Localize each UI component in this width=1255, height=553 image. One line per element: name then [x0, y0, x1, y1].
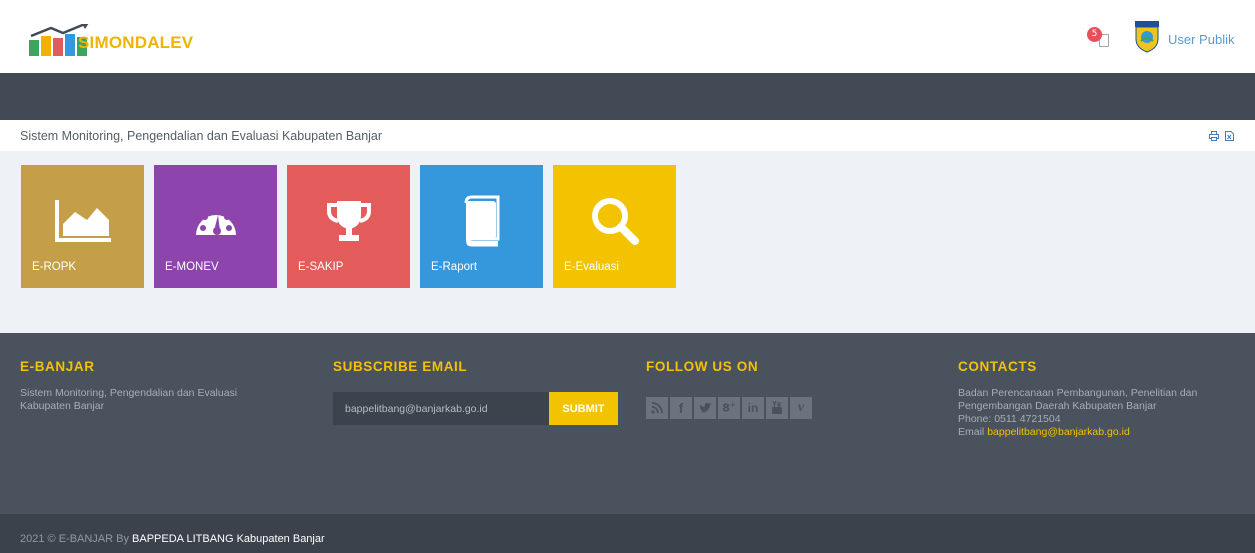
rss-icon[interactable]	[646, 397, 668, 419]
book-icon	[420, 193, 543, 249]
tile-e-monev[interactable]: E-MONEV	[154, 165, 277, 288]
avatar[interactable]	[1133, 21, 1161, 53]
copyright-label: 2021 © E-BANJAR By	[20, 533, 129, 545]
export-icon[interactable]	[1225, 131, 1234, 144]
tile-e-raport[interactable]: E-Raport	[420, 165, 543, 288]
page-bar: Sistem Monitoring, Pengendalian dan Eval…	[0, 120, 1255, 151]
tile-label: E-ROPK	[32, 261, 77, 273]
footer-subscribe-title: SUBSCRIBE EMAIL	[333, 359, 468, 374]
print-icon[interactable]	[1209, 131, 1219, 144]
notification-badge: 5	[1087, 27, 1102, 42]
copyright-link[interactable]: BAPPEDA LITBANG Kabupaten Banjar	[132, 533, 325, 545]
facebook-icon[interactable]: f	[670, 397, 692, 419]
contact-line: Pengembangan Daerah Kabupaten Banjar	[958, 400, 1157, 412]
tile-label: E-SAKIP	[298, 261, 344, 273]
area-chart-icon	[21, 193, 144, 249]
contact-email-label: Email	[958, 426, 985, 438]
footer-about: E-BANJAR Sistem Monitoring, Pengendalian…	[20, 359, 280, 413]
page-actions	[1209, 131, 1234, 144]
trophy-icon	[287, 193, 410, 249]
tile-e-sakip[interactable]: E-SAKIP	[287, 165, 410, 288]
app-tiles: E-ROPK E-MONEV E-SAKIP E-Raport E-Evalua…	[21, 165, 686, 288]
youtube-icon[interactable]	[766, 397, 788, 419]
search-icon	[553, 193, 676, 249]
footer-subscribe: SUBSCRIBE EMAIL	[333, 359, 467, 374]
page-title: Sistem Monitoring, Pengendalian dan Eval…	[20, 129, 383, 143]
footer: E-BANJAR Sistem Monitoring, Pengendalian…	[0, 333, 1255, 514]
tile-label: E-Evaluasi	[564, 261, 619, 273]
footer-follow: FOLLOW US ON	[646, 359, 758, 374]
tile-label: E-MONEV	[165, 261, 219, 273]
logo-text[interactable]: SIMONDALEV	[78, 33, 193, 53]
notification-button[interactable]: 5	[1087, 27, 1113, 51]
footer-contacts-title: CONTACTS	[958, 359, 1037, 374]
contact-line: Badan Perencanaan Pembangunan, Penelitia…	[958, 387, 1198, 399]
twitter-icon[interactable]	[694, 397, 716, 419]
main-content: E-ROPK E-MONEV E-SAKIP E-Raport E-Evalua…	[0, 151, 1255, 333]
top-navbar	[0, 73, 1255, 120]
subscribe-submit-button[interactable]: SUBMIT	[549, 392, 618, 425]
user-name[interactable]: User Publik	[1168, 32, 1234, 47]
subscribe-email-input[interactable]	[333, 392, 549, 425]
header: SIMONDALEV 5 User Publik	[0, 0, 1255, 73]
copyright-bar: 2021 © E-BANJAR By BAPPEDA LITBANG Kabup…	[0, 514, 1255, 553]
linkedin-icon[interactable]: in	[742, 397, 764, 419]
contact-email-link[interactable]: bappelitbang@banjarkab.go.id	[987, 426, 1130, 438]
vimeo-icon[interactable]: v	[790, 397, 812, 419]
contact-phone: Phone: 0511 4721504	[958, 413, 1061, 425]
footer-about-text: Sistem Monitoring, Pengendalian dan Eval…	[20, 387, 238, 412]
tile-e-evaluasi[interactable]: E-Evaluasi	[553, 165, 676, 288]
subscribe-form: SUBMIT	[333, 392, 618, 425]
tile-e-ropk[interactable]: E-ROPK	[21, 165, 144, 288]
footer-contacts: CONTACTS Badan Perencanaan Pembangunan, …	[958, 359, 1197, 439]
footer-follow-title: FOLLOW US ON	[646, 359, 759, 374]
social-links: f 8+ in v	[646, 397, 814, 419]
footer-about-title: E-BANJAR	[20, 359, 95, 374]
tile-label: E-Raport	[431, 261, 478, 273]
banjar-emblem-icon	[1135, 21, 1159, 53]
dashboard-icon	[154, 193, 277, 249]
google-plus-icon[interactable]: 8+	[718, 397, 740, 419]
copyright-text: 2021 © E-BANJAR By BAPPEDA LITBANG Kabup…	[20, 533, 325, 545]
contact-email-line: Email bappelitbang@banjarkab.go.id	[958, 426, 1197, 439]
